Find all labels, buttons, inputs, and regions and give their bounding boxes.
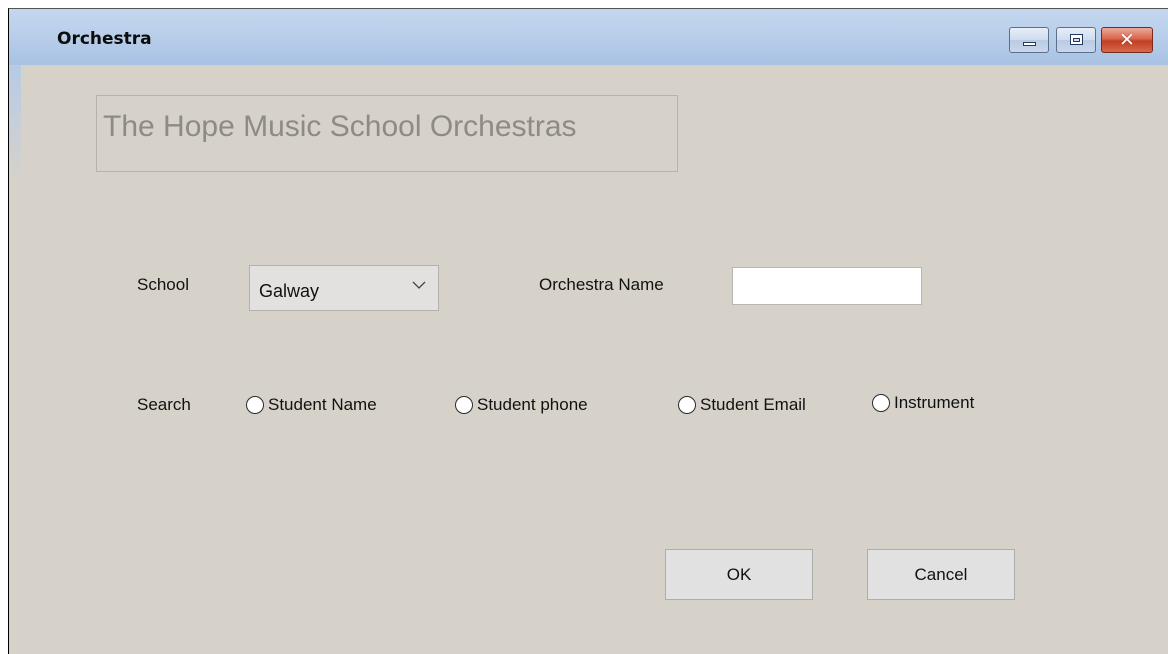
window-title: Orchestra [57,29,152,49]
radio-label: Student Name [268,395,377,414]
radio-label: Student Email [700,395,806,414]
close-button[interactable]: ✕ [1101,27,1153,53]
radio-label: Student phone [477,395,588,414]
close-icon: ✕ [1119,29,1135,51]
radio-circle[interactable] [872,394,890,412]
form-panel: The Hope Music School Orchestras School … [21,65,1168,654]
heading-panel: The Hope Music School Orchestras [96,95,678,172]
radio-instrument[interactable]: Instrument [872,393,974,413]
school-label: School [137,275,189,294]
orchestra-window: Orchestra ✕ The Hope Music School Orches… [8,8,1168,654]
school-select-value: Galway [259,281,320,301]
title-bar[interactable]: Orchestra ✕ [9,9,1168,65]
radio-circle[interactable] [246,396,264,414]
window-left-edge [9,65,21,654]
maximize-icon [1070,34,1083,45]
search-label: Search [137,395,191,414]
minimize-button[interactable] [1009,27,1049,53]
radio-student-name[interactable]: Student Name [246,395,377,415]
radio-student-phone[interactable]: Student phone [455,395,588,415]
ok-button[interactable]: OK [665,549,813,600]
radio-circle[interactable] [455,396,473,414]
school-select[interactable]: Galway [249,265,439,311]
page-title: The Hope Music School Orchestras [103,110,577,143]
radio-student-email[interactable]: Student Email [678,395,806,415]
orchestra-name-label: Orchestra Name [539,275,664,294]
minimize-icon [1023,42,1036,46]
chevron-down-icon [412,281,426,289]
radio-circle[interactable] [678,396,696,414]
radio-label: Instrument [894,393,975,412]
maximize-button[interactable] [1056,27,1096,53]
cancel-button[interactable]: Cancel [867,549,1015,600]
orchestra-name-input[interactable] [732,267,922,305]
